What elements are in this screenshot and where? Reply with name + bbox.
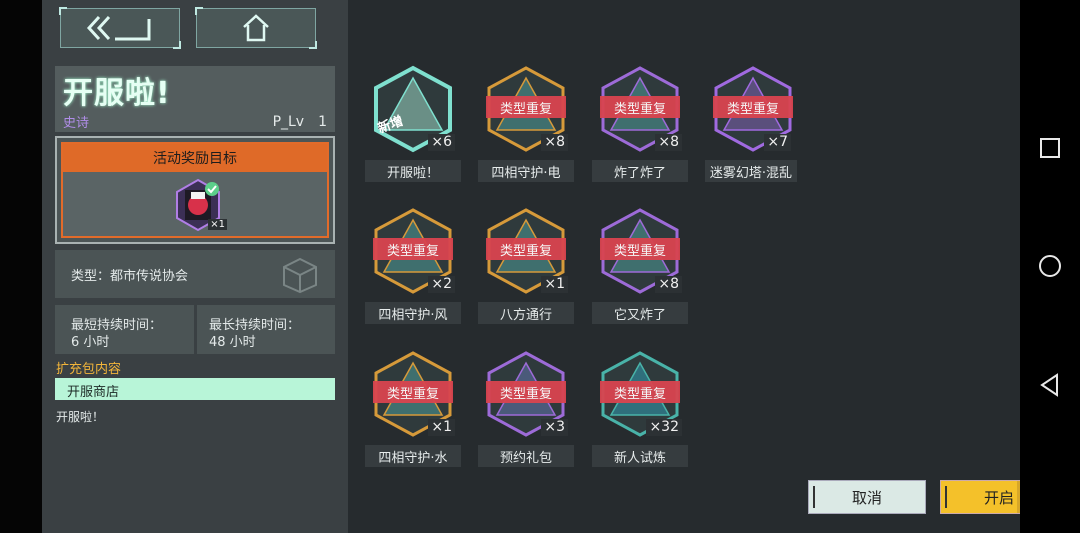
pack-card[interactable]: 类型重复 ×32 新人试炼 bbox=[592, 349, 688, 467]
card-count: ×32 bbox=[646, 419, 682, 436]
contents-item-label: 开服商店 bbox=[67, 385, 120, 400]
card-count: ×1 bbox=[428, 419, 455, 436]
reward-target-inner: 活动奖励目标 ×1 bbox=[61, 142, 329, 238]
pack-level: P_Lv 1 bbox=[272, 114, 327, 130]
reward-count: ×1 bbox=[208, 219, 227, 230]
duplicate-type-banner: 类型重复 bbox=[486, 381, 566, 403]
card-label: 预约礼包 bbox=[478, 445, 574, 467]
duplicate-type-banner: 类型重复 bbox=[486, 238, 566, 260]
card-label: 迷雾幻塔·混乱 bbox=[705, 160, 797, 182]
pack-title: 开服啦! bbox=[63, 76, 171, 111]
triangle-back-icon bbox=[1040, 373, 1058, 397]
duplicate-type-banner: 类型重复 bbox=[486, 96, 566, 118]
pack-card[interactable]: 新增 ×6 开服啦！ bbox=[365, 64, 461, 182]
recent-apps-button[interactable] bbox=[1020, 128, 1080, 168]
card-count: ×6 bbox=[428, 134, 455, 151]
pack-card[interactable]: 类型重复 ×8 四相守护·电 bbox=[478, 64, 574, 182]
reward-target-box: 活动奖励目标 ×1 bbox=[55, 136, 335, 244]
duplicate-type-banner: 类型重复 bbox=[600, 96, 680, 118]
card-count: ×7 bbox=[764, 134, 791, 151]
game-screen: 开服啦! 史诗 P_Lv 1 活动奖励目标 ×1 类型：都市传说协会 最短持续时… bbox=[0, 0, 1080, 533]
max-duration-box: 最长持续时间： 48 小时 bbox=[197, 305, 335, 354]
system-home-button[interactable] bbox=[1020, 246, 1080, 286]
pack-card[interactable]: 类型重复 ×3 预约礼包 bbox=[478, 349, 574, 467]
card-count: ×8 bbox=[655, 134, 682, 151]
duplicate-type-banner: 类型重复 bbox=[600, 381, 680, 403]
pack-title-box: 开服啦! 史诗 P_Lv 1 bbox=[55, 66, 335, 132]
card-count: ×1 bbox=[541, 276, 568, 293]
max-duration-value: 48 小时 bbox=[209, 335, 256, 350]
card-label: 它又炸了 bbox=[592, 302, 688, 324]
pack-card[interactable]: 类型重复 ×7 迷雾幻塔·混乱 bbox=[705, 64, 797, 182]
pack-card[interactable]: 类型重复 ×1 四相守护·水 bbox=[365, 349, 461, 467]
pack-type-box: 类型：都市传说协会 bbox=[55, 250, 335, 298]
card-count: ×2 bbox=[428, 276, 455, 293]
pack-card[interactable]: 类型重复 ×1 八方通行 bbox=[478, 206, 574, 324]
cube-icon bbox=[283, 257, 317, 294]
min-duration-value: 6 小时 bbox=[71, 335, 110, 350]
pack-description: 开服啦！ bbox=[56, 410, 105, 424]
card-count: ×3 bbox=[541, 419, 568, 436]
system-back-button[interactable] bbox=[1020, 365, 1080, 405]
card-label: 四相守护·电 bbox=[478, 160, 574, 182]
duplicate-type-banner: 类型重复 bbox=[713, 96, 793, 118]
double-chevron-left-icon bbox=[86, 15, 151, 41]
open-button-label: 开启 bbox=[983, 488, 1014, 507]
card-label: 新人试炼 bbox=[592, 445, 688, 467]
pack-card[interactable]: 类型重复 ×2 四相守护·风 bbox=[365, 206, 461, 324]
reward-character-item[interactable]: ×1 bbox=[173, 178, 227, 234]
circle-icon bbox=[1039, 255, 1061, 277]
card-label: 四相守护·风 bbox=[365, 302, 461, 324]
card-label: 炸了炸了 bbox=[592, 160, 688, 182]
duplicate-type-banner: 类型重复 bbox=[600, 238, 680, 260]
card-count: ×8 bbox=[655, 276, 682, 293]
min-duration-box: 最短持续时间： 6 小时 bbox=[55, 305, 194, 354]
left-black-bar bbox=[0, 0, 42, 533]
reward-target-header: 活动奖励目标 bbox=[63, 144, 327, 172]
square-icon bbox=[1040, 138, 1060, 158]
contents-item: 开服商店 bbox=[55, 378, 335, 400]
home-button[interactable] bbox=[195, 7, 317, 49]
card-label: 开服啦！ bbox=[365, 160, 461, 182]
pack-card[interactable]: 类型重复 ×8 炸了炸了 bbox=[592, 64, 688, 182]
duplicate-type-banner: 类型重复 bbox=[373, 381, 453, 403]
contents-header: 扩充包内容 bbox=[56, 362, 122, 377]
duplicate-type-banner: 类型重复 bbox=[373, 238, 453, 260]
pack-type: 类型：都市传说协会 bbox=[71, 269, 189, 284]
card-label: 八方通行 bbox=[478, 302, 574, 324]
back-button[interactable] bbox=[59, 7, 181, 49]
pack-card[interactable]: 类型重复 ×8 它又炸了 bbox=[592, 206, 688, 324]
pack-rarity: 史诗 bbox=[63, 116, 90, 131]
cancel-button[interactable]: 取消 bbox=[808, 480, 926, 514]
home-icon bbox=[243, 14, 269, 42]
card-count: ×8 bbox=[541, 134, 568, 151]
card-label: 四相守护·水 bbox=[365, 445, 461, 467]
